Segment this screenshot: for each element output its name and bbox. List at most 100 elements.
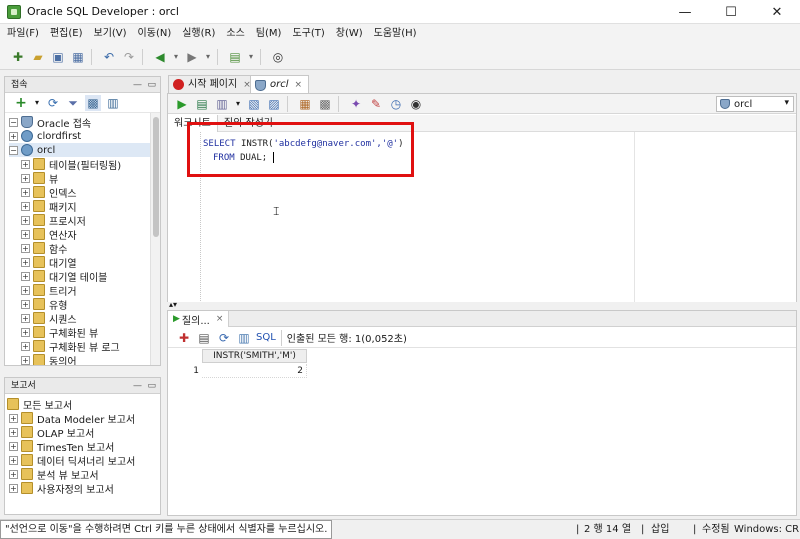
expand-toggle[interactable]: + bbox=[21, 159, 30, 169]
expand-toggle[interactable]: + bbox=[21, 355, 30, 365]
filter-icon[interactable]: ⏷ bbox=[65, 95, 81, 111]
unshared-sql-icon[interactable]: ▩ bbox=[317, 96, 333, 112]
tab-start-page[interactable]: 시작 페이지 × bbox=[168, 75, 258, 93]
format-icon[interactable]: ✦ bbox=[348, 96, 364, 112]
expand-toggle[interactable]: + bbox=[21, 215, 30, 225]
scrollbar-thumb[interactable] bbox=[153, 117, 159, 237]
expand-toggle[interactable]: + bbox=[9, 413, 18, 423]
dropdown-arrow-icon[interactable]: ▾ bbox=[247, 49, 255, 65]
menu-team[interactable]: 팀(M) bbox=[256, 24, 282, 44]
subtab-worksheet[interactable]: 워크시트 bbox=[168, 114, 218, 132]
expand-toggle[interactable]: + bbox=[9, 131, 18, 141]
tree-item-procedures[interactable]: + 프로시저 bbox=[21, 213, 86, 228]
save-all-icon[interactable]: ▦ bbox=[70, 49, 86, 65]
close-tab-icon[interactable]: × bbox=[216, 314, 224, 324]
tree-report-user-defined[interactable]: + 사용자정의 보고서 bbox=[9, 481, 114, 496]
find-icon[interactable]: ◉ bbox=[408, 96, 424, 112]
tree-item-synonyms[interactable]: + 동의어 bbox=[21, 353, 77, 365]
expand-toggle[interactable]: + bbox=[21, 271, 30, 281]
subtab-query-builder[interactable]: 질의 작성기 bbox=[218, 115, 279, 132]
maximize-panel-icon[interactable]: ▭ bbox=[147, 77, 156, 93]
menu-window[interactable]: 창(W) bbox=[336, 24, 363, 44]
dropdown-arrow-icon[interactable]: ▾ bbox=[172, 49, 180, 65]
back-icon[interactable]: ◀ bbox=[152, 49, 168, 65]
expand-toggle[interactable]: + bbox=[9, 441, 18, 451]
export-icon[interactable]: ▥ bbox=[236, 330, 252, 346]
collapse-toggle[interactable]: − bbox=[9, 117, 18, 127]
tab-orcl[interactable]: orcl × bbox=[250, 75, 310, 94]
menu-edit[interactable]: 편집(E) bbox=[50, 24, 83, 44]
connection-selector[interactable]: orcl ▾ bbox=[716, 96, 794, 112]
sql-editor[interactable]: SELECT INSTR('abcdefg@naver.com','@') FR… bbox=[168, 132, 796, 307]
expand-toggle[interactable]: + bbox=[21, 285, 30, 295]
connections-scrollbar[interactable] bbox=[150, 113, 160, 365]
collapse-icon[interactable]: ▥ bbox=[105, 95, 121, 111]
menu-file[interactable]: 파일(F) bbox=[7, 24, 39, 44]
forward-icon[interactable]: ▶ bbox=[184, 49, 200, 65]
result-cell[interactable]: 2 bbox=[202, 364, 307, 378]
new-file-icon[interactable]: ✚ bbox=[10, 49, 26, 65]
tree-item-triggers[interactable]: + 트리거 bbox=[21, 283, 77, 298]
binoculars-icon[interactable]: ◎ bbox=[270, 49, 286, 65]
tree-item-queues[interactable]: + 대기열 bbox=[21, 255, 77, 270]
maximize-panel-icon[interactable]: ▭ bbox=[147, 378, 156, 394]
sql-code[interactable]: SELECT INSTR('abcdefg@naver.com','@') FR… bbox=[203, 137, 404, 165]
tree-item-types[interactable]: + 유형 bbox=[21, 297, 67, 312]
expand-toggle[interactable]: + bbox=[9, 455, 18, 465]
print-icon[interactable]: ▤ bbox=[196, 330, 212, 346]
expand-toggle[interactable]: + bbox=[21, 313, 30, 323]
tree-oracle-connections[interactable]: − Oracle 접속 bbox=[9, 115, 91, 130]
commit-icon[interactable]: ▥ bbox=[214, 96, 230, 112]
tree-report-olap[interactable]: + OLAP 보고서 bbox=[9, 425, 94, 440]
tree-all-reports[interactable]: 모든 보고서 bbox=[7, 397, 72, 412]
tree-item-packages[interactable]: + 패키지 bbox=[21, 199, 77, 214]
tree-connection-clordfirst[interactable]: + clordfirst bbox=[9, 129, 81, 143]
dropdown-arrow-icon[interactable]: ▾ bbox=[234, 96, 242, 112]
menu-run[interactable]: 실행(R) bbox=[182, 24, 215, 44]
tree-item-views[interactable]: + 뷰 bbox=[21, 171, 58, 186]
menu-navigate[interactable]: 이동(N) bbox=[138, 24, 172, 44]
refresh-icon[interactable]: ⟳ bbox=[216, 330, 232, 346]
tree-item-queue-tables[interactable]: + 대기열 테이블 bbox=[21, 269, 107, 284]
close-button[interactable]: ✕ bbox=[754, 0, 800, 24]
dropdown-arrow-icon[interactable]: ▾ bbox=[204, 49, 212, 65]
run-statement-icon[interactable]: ▶ bbox=[174, 96, 190, 112]
collapse-toggle[interactable]: − bbox=[9, 145, 18, 155]
tree-item-materialized-view-logs[interactable]: + 구체화된 뷰 로그 bbox=[21, 339, 120, 354]
menu-source[interactable]: 소스 bbox=[226, 24, 244, 44]
undo-icon[interactable]: ↶ bbox=[101, 49, 117, 65]
refresh-icon[interactable]: ⟳ bbox=[45, 95, 61, 111]
history-icon[interactable]: ◷ bbox=[388, 96, 404, 112]
dropdown-arrow-icon[interactable]: ▾ bbox=[33, 95, 41, 111]
tree-item-tables[interactable]: + 테이블(필터링됨) bbox=[21, 157, 121, 172]
eraser-icon[interactable]: ✎ bbox=[368, 96, 384, 112]
autotrace-icon[interactable]: ▨ bbox=[266, 96, 282, 112]
expand-toggle[interactable]: + bbox=[9, 483, 18, 493]
menu-tools[interactable]: 도구(T) bbox=[292, 24, 324, 44]
expand-toggle[interactable]: + bbox=[21, 173, 30, 183]
expand-toggle[interactable]: + bbox=[9, 469, 18, 479]
maximize-button[interactable]: ☐ bbox=[708, 0, 754, 24]
expand-toggle[interactable]: + bbox=[21, 257, 30, 267]
expand-toggle[interactable]: + bbox=[9, 427, 18, 437]
expand-toggle[interactable]: + bbox=[21, 299, 30, 309]
add-connection-icon[interactable]: + bbox=[13, 95, 29, 111]
expand-toggle[interactable]: + bbox=[21, 201, 30, 211]
minimize-button[interactable]: — bbox=[662, 0, 708, 24]
results-sql-button[interactable]: SQL bbox=[256, 332, 276, 343]
expand-toggle[interactable]: + bbox=[21, 327, 30, 337]
redo-icon[interactable]: ↷ bbox=[121, 49, 137, 65]
close-tab-icon[interactable]: × bbox=[295, 76, 303, 94]
tree-item-indexes[interactable]: + 인덱스 bbox=[21, 185, 77, 200]
menu-help[interactable]: 도움말(H) bbox=[374, 24, 417, 44]
tree-item-materialized-views[interactable]: + 구체화된 뷰 bbox=[21, 325, 98, 340]
save-icon[interactable]: ▣ bbox=[50, 49, 66, 65]
sql-tuning-icon[interactable]: ▦ bbox=[297, 96, 313, 112]
run-script-icon[interactable]: ▤ bbox=[194, 96, 210, 112]
panel-splitter[interactable]: ▴▾ bbox=[167, 300, 797, 310]
pin-icon[interactable]: ✚ bbox=[176, 330, 192, 346]
minimize-panel-icon[interactable]: — bbox=[133, 378, 142, 394]
tree-report-timesten[interactable]: + TimesTen 보고서 bbox=[9, 439, 114, 454]
expand-toggle[interactable]: + bbox=[21, 341, 30, 351]
tree-report-analytic-view[interactable]: + 분석 뷰 보고서 bbox=[9, 467, 99, 482]
